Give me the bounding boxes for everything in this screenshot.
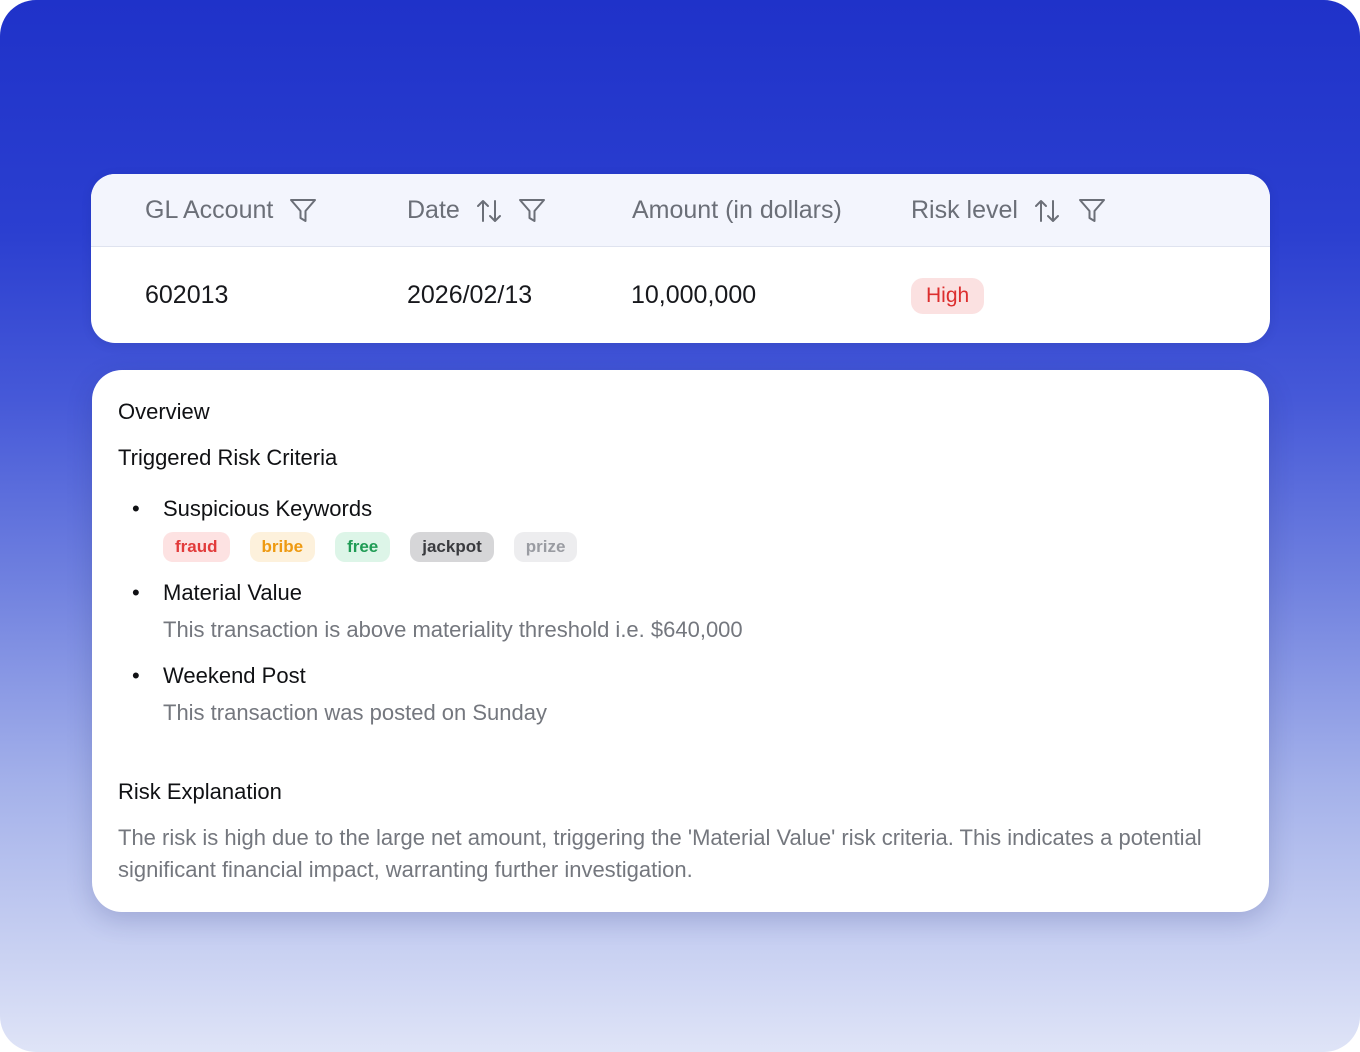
column-label: Risk level	[911, 196, 1018, 224]
keyword-tag-bribe: bribe	[249, 532, 316, 562]
app-background: GL Account Date Amount (in dollars) Risk…	[0, 0, 1360, 1052]
column-header-date: Date	[407, 174, 546, 247]
filter-icon[interactable]	[289, 198, 317, 224]
triggered-criteria-heading: Triggered Risk Criteria	[118, 445, 338, 470]
keyword-tag-prize: prize	[513, 532, 578, 562]
cell-risk-level: High	[911, 248, 985, 343]
filter-icon[interactable]	[1078, 198, 1106, 224]
transactions-table: GL Account Date Amount (in dollars) Risk…	[91, 174, 1270, 343]
bullet: •	[132, 663, 140, 688]
column-label: GL Account	[145, 196, 274, 224]
column-header-risk-level: Risk level	[911, 174, 1106, 247]
risk-level-badge: High	[911, 277, 985, 314]
bullet: •	[132, 496, 140, 521]
keyword-tag-fraud: fraud	[163, 532, 230, 562]
keyword-tag-free: free	[335, 532, 391, 562]
criteria-description: This transaction is above materiality th…	[163, 617, 743, 642]
cell-amount: 10,000,000	[631, 281, 757, 309]
keyword-tag-jackpot: jackpot	[410, 532, 494, 562]
criteria-title: Suspicious Keywords	[163, 496, 373, 521]
sort-icon[interactable]	[1034, 198, 1060, 224]
column-header-amount: Amount (in dollars)	[632, 174, 842, 247]
risk-detail-panel: Overview Triggered Risk Criteria • Suspi…	[92, 370, 1269, 912]
table-header: GL Account Date Amount (in dollars) Risk…	[91, 174, 1270, 247]
criteria-description: This transaction was posted on Sunday	[163, 700, 548, 725]
bullet: •	[132, 580, 140, 605]
column-label: Amount (in dollars)	[632, 196, 842, 224]
filter-icon[interactable]	[518, 198, 546, 224]
keyword-tags: fraud bribe free jackpot prize	[163, 532, 578, 562]
cell-gl-account: 602013	[145, 281, 229, 309]
cell-date: 2026/02/13	[407, 281, 533, 309]
column-header-gl-account: GL Account	[145, 174, 317, 247]
criteria-title: Weekend Post	[163, 663, 306, 688]
criteria-title: Material Value	[163, 580, 302, 605]
risk-explanation-text: The risk is high due to the large net am…	[118, 825, 1202, 882]
risk-explanation-heading: Risk Explanation	[118, 779, 282, 804]
sort-icon[interactable]	[476, 198, 502, 224]
overview-heading: Overview	[118, 399, 210, 424]
column-label: Date	[407, 196, 460, 224]
